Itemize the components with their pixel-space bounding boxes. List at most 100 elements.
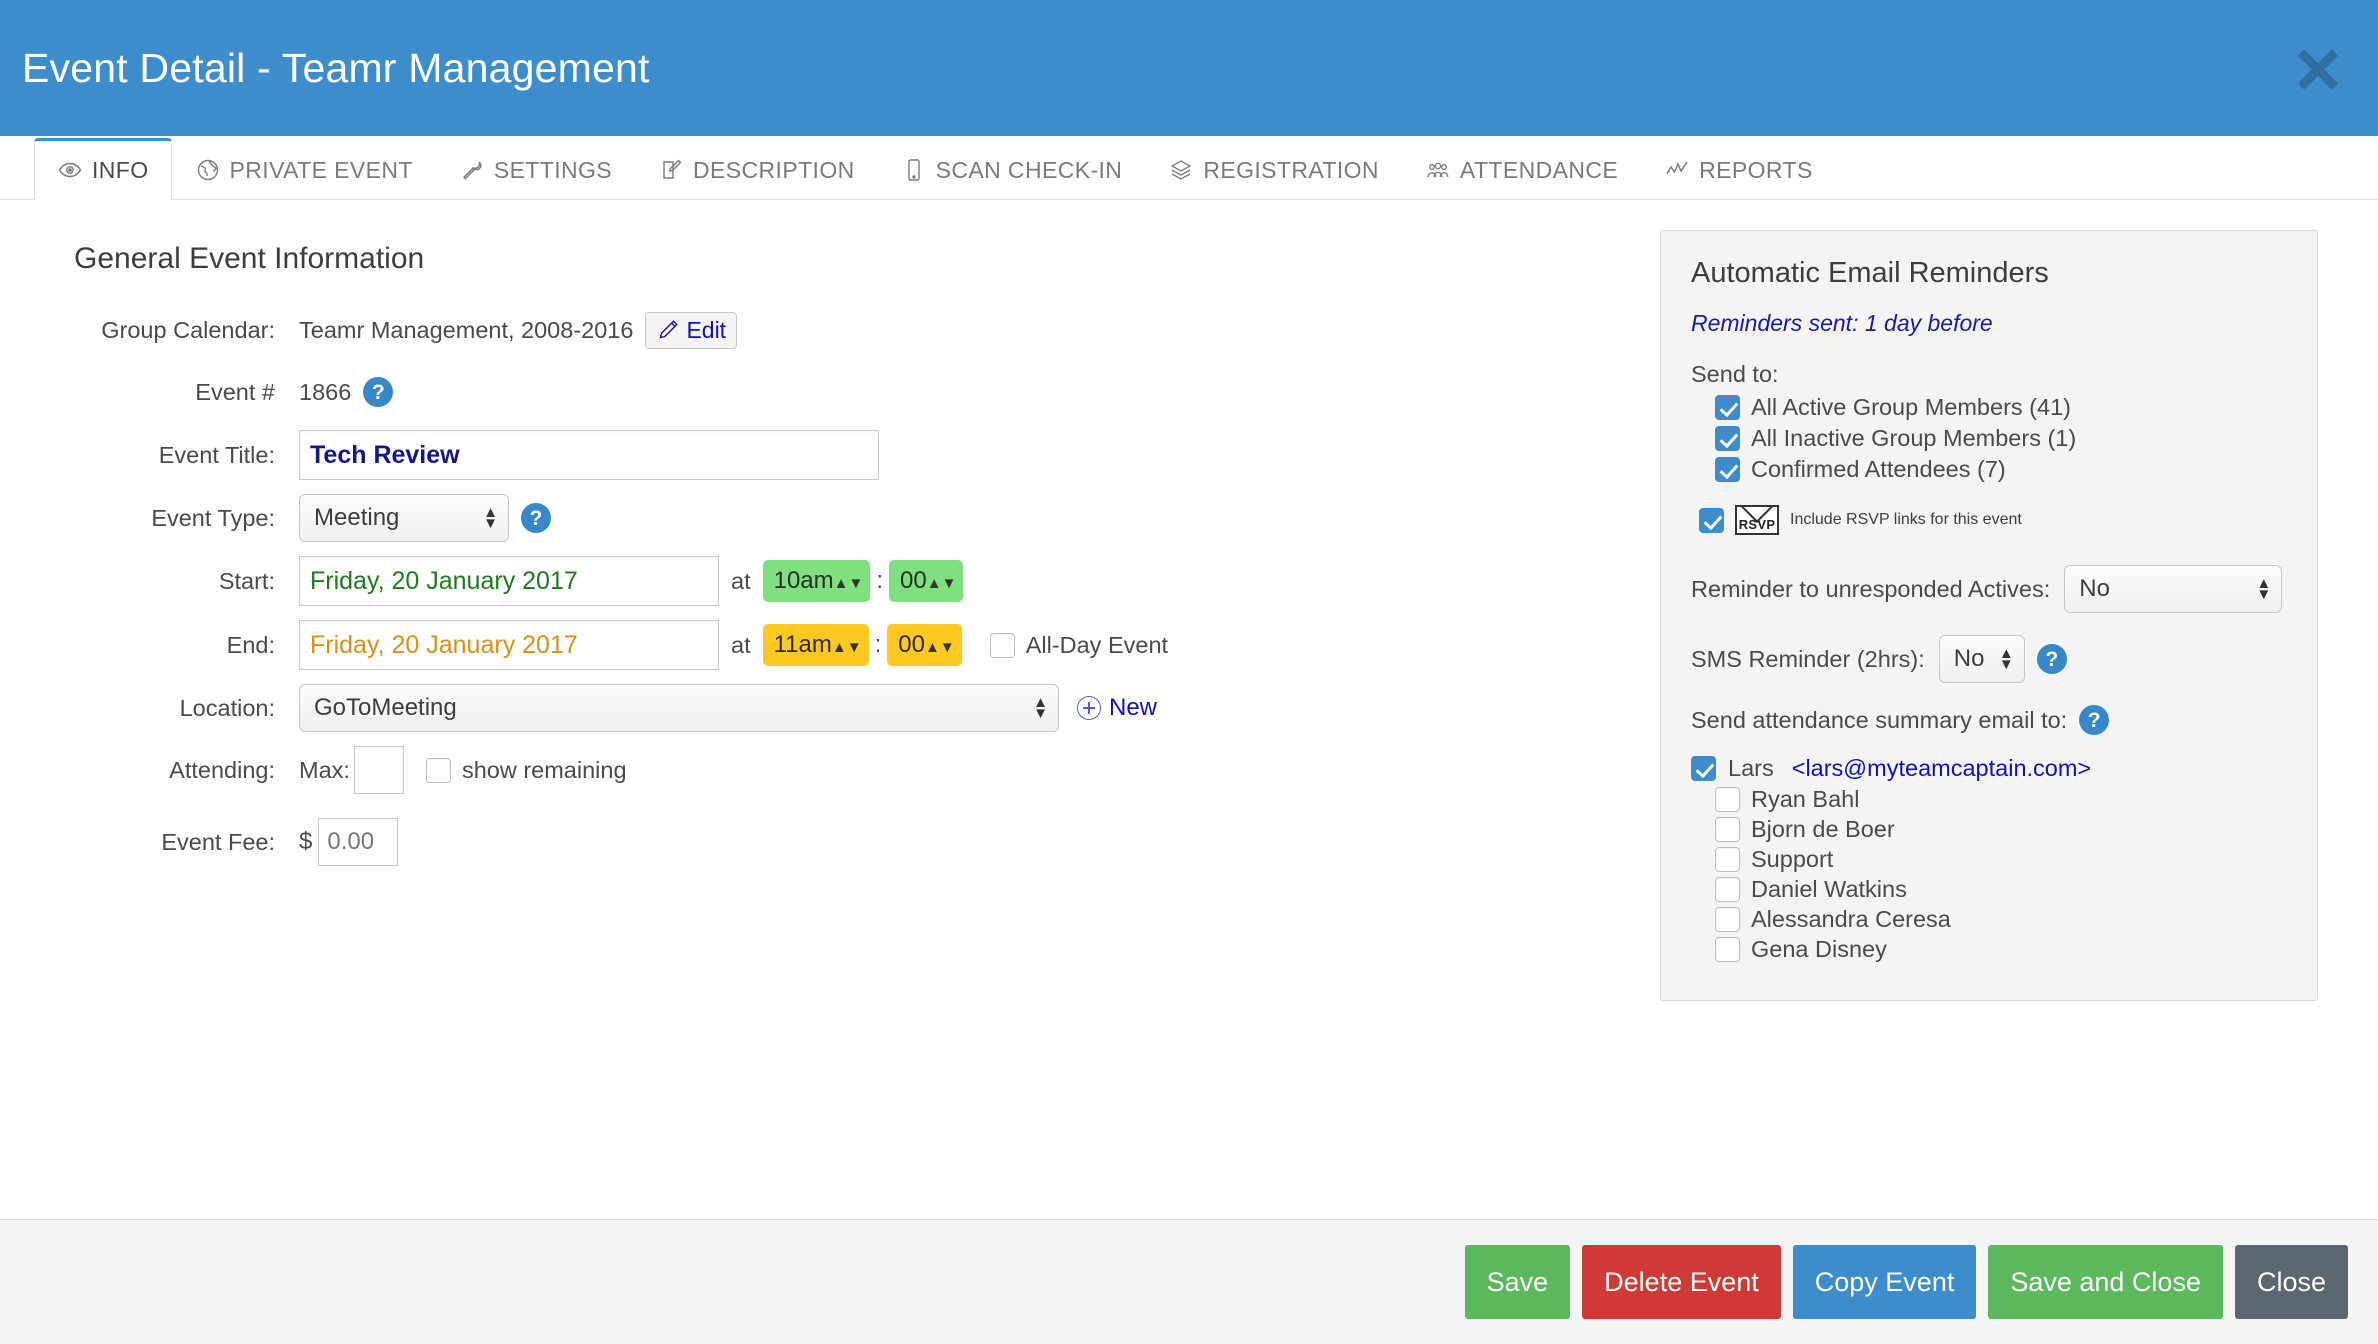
help-icon-event-number[interactable]: ? (363, 377, 394, 407)
close-icon[interactable] (2292, 42, 2344, 94)
start-minute-value: 00 (900, 567, 927, 594)
sms-reminder-value: No (1953, 645, 1985, 672)
end-at-label: at (731, 631, 751, 658)
recipient-row[interactable]: Ryan Bahl (1715, 786, 2287, 813)
end-date-input[interactable] (299, 620, 719, 670)
recipient-checkbox[interactable] (1715, 847, 1740, 872)
row-event-number: Event # 1866 ? (74, 368, 1640, 416)
recipient-row[interactable]: Gena Disney (1715, 936, 2287, 963)
save-button[interactable]: Save (1464, 1245, 1571, 1319)
show-remaining-checkbox[interactable] (425, 757, 451, 783)
close-button[interactable]: Close (2234, 1245, 2348, 1319)
spinner-arrows-icon: ▲▼ (924, 639, 955, 656)
row-event-type: Event Type: Meeting ▲ ▼ ? (74, 494, 1640, 542)
end-hour-stepper[interactable]: 11am ▲▼ (762, 624, 869, 666)
recipient-row[interactable]: Alessandra Ceresa (1715, 906, 2287, 933)
layers-icon (1168, 157, 1194, 183)
max-label: Max: (299, 756, 350, 783)
tab-registration[interactable]: REGISTRATION (1145, 138, 1402, 200)
currency-symbol: $ (299, 828, 313, 855)
show-remaining-checkbox-row[interactable]: show remaining (425, 756, 627, 784)
tab-label: DESCRIPTION (693, 156, 855, 183)
location-value: GoToMeeting (314, 694, 457, 721)
max-attending-input[interactable] (353, 746, 404, 794)
event-type-value: Meeting (314, 504, 400, 531)
include-rsvp-links-checkbox[interactable] (1699, 507, 1724, 533)
recipient-row[interactable]: Support (1715, 846, 2287, 873)
rsvp-icon: RSVP (1735, 505, 1779, 535)
recipient-checkbox[interactable] (1715, 787, 1740, 812)
phone-icon (901, 157, 927, 183)
start-date-input[interactable] (299, 556, 719, 606)
recipient-row[interactable]: Bjorn de Boer (1715, 816, 2287, 843)
delete-event-button[interactable]: Delete Event (1582, 1245, 1781, 1319)
recipient-row[interactable]: Daniel Watkins (1715, 876, 2287, 903)
save-and-close-button[interactable]: Save and Close (1988, 1245, 2223, 1319)
spinner-arrows-icon: ▲▼ (926, 575, 957, 592)
send-to-item-label: Confirmed Attendees (7) (1751, 456, 2006, 482)
row-group-calendar: Group Calendar: Teamr Management, 2008-2… (74, 306, 1640, 354)
tab-bar: INFO PRIVATE EVENT SETTINGS DESCRIPTION (0, 136, 2378, 200)
spinner-arrows-icon: ▲▼ (483, 504, 498, 532)
dialog-footer: Save Delete Event Copy Event Save and Cl… (0, 1219, 2378, 1344)
tab-info[interactable]: INFO (34, 138, 172, 200)
help-icon-event-type[interactable]: ? (521, 503, 551, 533)
spinner-arrows-icon: ▲▼ (2256, 575, 2272, 603)
recipient-primary-name: Lars (1728, 755, 1774, 781)
send-to-item-active-members[interactable]: All Active Group Members (41) (1715, 394, 2287, 421)
help-icon-sms-reminder[interactable]: ? (2036, 644, 2067, 674)
tab-reports[interactable]: REPORTS (1641, 138, 1836, 200)
start-hour-stepper[interactable]: 10am ▲▼ (762, 560, 871, 602)
globe-icon (195, 157, 221, 183)
people-icon (1425, 157, 1451, 183)
event-title-label: Event Title: (158, 441, 275, 468)
checkbox[interactable] (1715, 457, 1740, 482)
copy-event-button[interactable]: Copy Event (1792, 1245, 1977, 1319)
sms-reminder-label: SMS Reminder (2hrs): (1691, 645, 1925, 672)
recipient-checkbox[interactable] (1715, 937, 1740, 962)
row-start: Start: at 10am ▲▼ : 00 ▲▼ (74, 556, 1640, 606)
tab-label: ATTENDANCE (1459, 156, 1619, 183)
show-remaining-label: show remaining (461, 756, 627, 783)
new-location-button[interactable]: New (1077, 694, 1157, 722)
include-rsvp-links-row[interactable]: RSVP Include RSVP links for this event (1699, 505, 2287, 535)
reminders-sent-note: Reminders sent: 1 day before (1691, 310, 1993, 336)
event-fee-label: Event Fee: (161, 828, 275, 855)
tab-description[interactable]: DESCRIPTION (635, 138, 878, 200)
recipient-primary-row[interactable]: Lars <lars@myteamcaptain.com> (1691, 755, 2287, 782)
unresponded-reminder-select[interactable]: No ▲ ▼ (2064, 565, 2283, 613)
reminders-panel-title: Automatic Email Reminders (1691, 257, 2049, 289)
checkbox[interactable] (1715, 395, 1740, 420)
row-location: Location: GoToMeeting ▲ ▼ New (74, 684, 1640, 732)
recipient-checkbox[interactable] (1715, 907, 1740, 932)
recipient-primary-checkbox[interactable] (1691, 756, 1716, 781)
send-to-item-confirmed-attendees[interactable]: Confirmed Attendees (7) (1715, 456, 2287, 483)
send-to-list: All Active Group Members (41) All Inacti… (1715, 394, 2287, 483)
tab-attendance[interactable]: ATTENDANCE (1402, 138, 1641, 200)
start-label: Start: (218, 567, 275, 594)
pencil-icon (656, 318, 680, 342)
tab-label: SETTINGS (493, 156, 613, 183)
event-fee-input[interactable] (318, 818, 399, 866)
all-day-event-checkbox-row[interactable]: All-Day Event (989, 632, 1168, 659)
event-type-select[interactable]: Meeting ▲ ▼ (299, 494, 509, 542)
edit-group-calendar-button[interactable]: Edit (645, 311, 738, 349)
tab-scan-check-in[interactable]: SCAN CHECK-IN (878, 138, 1146, 200)
checkbox[interactable] (1715, 426, 1740, 451)
tab-private-event[interactable]: PRIVATE EVENT (172, 138, 436, 200)
send-to-item-inactive-members[interactable]: All Inactive Group Members (1) (1715, 425, 2287, 452)
recipient-primary-email[interactable]: <lars@myteamcaptain.com> (1792, 755, 2091, 782)
recipient-checkbox[interactable] (1715, 877, 1740, 902)
all-day-event-checkbox[interactable] (989, 632, 1015, 658)
include-rsvp-links-label: Include RSVP links for this event (1790, 511, 2022, 528)
tab-settings[interactable]: SETTINGS (436, 138, 635, 200)
location-select[interactable]: GoToMeeting ▲ ▼ (299, 684, 1059, 732)
recipient-checkbox[interactable] (1715, 817, 1740, 842)
event-type-label: Event Type: (151, 504, 275, 531)
end-minute-stepper[interactable]: 00 ▲▼ (887, 624, 962, 666)
spinner-arrows-icon: ▲▼ (1033, 694, 1048, 722)
event-title-input[interactable] (299, 430, 879, 480)
start-minute-stepper[interactable]: 00 ▲▼ (889, 560, 964, 602)
help-icon-attendance-summary[interactable]: ? (2079, 705, 2110, 735)
sms-reminder-select[interactable]: No ▲ ▼ (1938, 635, 2025, 683)
